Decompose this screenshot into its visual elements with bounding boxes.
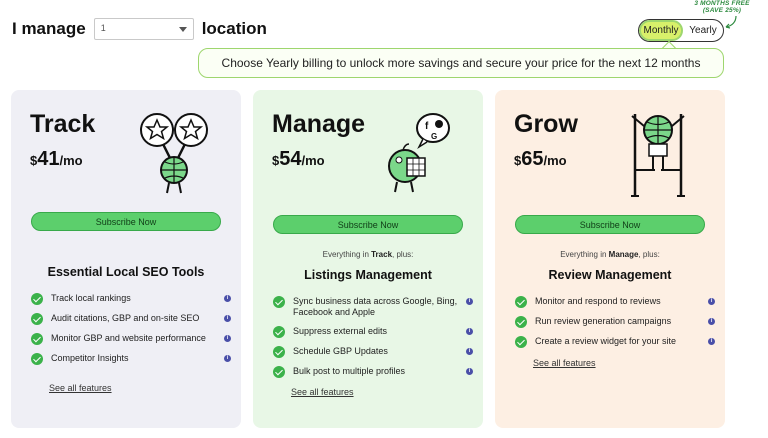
price-period: /mo xyxy=(301,153,325,168)
see-all-features-link[interactable]: See all features xyxy=(291,387,354,397)
plan-name: Manage xyxy=(272,110,366,138)
stilts-mascot-icon xyxy=(631,114,685,197)
feature-item: Track local rankings i xyxy=(31,293,231,305)
info-icon[interactable]: i xyxy=(466,348,473,355)
section-title: Listings Management xyxy=(304,268,432,282)
location-selector-row: I manage 1 location xyxy=(12,18,267,40)
location-count-select[interactable]: 1 xyxy=(93,18,194,40)
everything-in-note: Everything in Manage, plus: xyxy=(560,250,660,259)
feature-item: Suppress external edits i xyxy=(273,326,473,338)
check-icon xyxy=(31,293,43,305)
feature-list: Track local rankings i Audit citations, G… xyxy=(31,293,231,373)
feature-item: Run review generation campaigns i xyxy=(515,316,715,328)
check-icon xyxy=(273,346,285,358)
info-icon[interactable]: i xyxy=(224,355,231,362)
billing-toggle[interactable]: Monthly Yearly xyxy=(638,19,724,42)
monthly-option[interactable]: Monthly xyxy=(639,20,683,41)
feature-item: Competitor Insights i xyxy=(31,353,231,365)
check-icon xyxy=(273,296,285,308)
price-amount: 54 xyxy=(279,148,302,170)
feature-item: Monitor GBP and website performance i xyxy=(31,333,231,345)
everything-in-note: Everything in Track, plus: xyxy=(322,250,414,259)
feature-list: Sync business data across Google, Bing, … xyxy=(273,296,473,386)
yearly-promo-banner: Choose Yearly billing to unlock more sav… xyxy=(198,48,724,78)
section-title: Review Management xyxy=(548,268,672,282)
feature-item: Sync business data across Google, Bing, … xyxy=(273,296,473,318)
info-icon[interactable]: i xyxy=(466,368,473,375)
svg-text:G: G xyxy=(431,132,437,141)
speech-bubble-logos-mascot-icon: f G xyxy=(388,113,450,193)
promo-line-2: (SAVE 25%) xyxy=(702,7,742,14)
location-label: location xyxy=(201,19,267,38)
section-title: Essential Local SEO Tools xyxy=(47,265,205,279)
feature-item: Monitor and respond to reviews i xyxy=(515,296,715,308)
check-icon xyxy=(31,313,43,325)
feature-item: Bulk post to multiple profiles i xyxy=(273,366,473,378)
info-icon[interactable]: i xyxy=(466,298,473,305)
plan-price: $41/mo xyxy=(30,148,83,171)
curved-arrow-icon xyxy=(725,15,737,29)
location-count-value: 1 xyxy=(100,23,106,33)
plan-card-track: Track $41/mo Subscribe Now Essential Loc… xyxy=(11,90,241,428)
promo-line-1: 3 MONTHS FREE xyxy=(694,0,750,7)
yearly-option[interactable]: Yearly xyxy=(683,20,723,41)
feature-item: Create a review widget for your site i xyxy=(515,336,715,348)
plan-card-manage: Manage $54/mo f G Subscribe Now Everythi… xyxy=(253,90,483,428)
plan-price: $65/mo xyxy=(514,148,567,171)
plan-name: Track xyxy=(30,110,96,138)
see-all-features-link[interactable]: See all features xyxy=(49,383,112,393)
feature-item: Schedule GBP Updates i xyxy=(273,346,473,358)
plan-card-grow: Grow $65/mo Subscribe Now Everything in … xyxy=(495,90,725,428)
check-icon xyxy=(515,336,527,348)
subscribe-button[interactable]: Subscribe Now xyxy=(273,215,463,234)
check-icon xyxy=(31,333,43,345)
chevron-down-icon xyxy=(178,27,187,32)
check-icon xyxy=(273,326,285,338)
see-all-features-link[interactable]: See all features xyxy=(533,358,596,368)
check-icon xyxy=(273,366,285,378)
feature-item: Audit citations, GBP and on-site SEO i xyxy=(31,313,231,325)
price-period: /mo xyxy=(543,153,567,168)
info-icon[interactable]: i xyxy=(224,335,231,342)
plan-price: $54/mo xyxy=(272,148,325,171)
i-manage-label: I manage xyxy=(12,19,86,38)
magnifier-stars-mascot-icon xyxy=(140,113,208,194)
price-amount: 41 xyxy=(37,148,60,170)
info-icon[interactable]: i xyxy=(466,328,473,335)
info-icon[interactable]: i xyxy=(708,338,715,345)
price-period: /mo xyxy=(59,153,83,168)
plan-name: Grow xyxy=(514,110,578,138)
info-icon[interactable]: i xyxy=(224,295,231,302)
promo-note: 3 MONTHS FREE (SAVE 25%) xyxy=(688,0,756,14)
subscribe-button[interactable]: Subscribe Now xyxy=(31,212,221,231)
price-amount: 65 xyxy=(521,148,544,170)
info-icon[interactable]: i xyxy=(708,318,715,325)
info-icon[interactable]: i xyxy=(708,298,715,305)
info-icon[interactable]: i xyxy=(224,315,231,322)
check-icon xyxy=(515,296,527,308)
check-icon xyxy=(515,316,527,328)
check-icon xyxy=(31,353,43,365)
feature-list: Monitor and respond to reviews i Run revi… xyxy=(515,296,715,356)
subscribe-button[interactable]: Subscribe Now xyxy=(515,215,705,234)
